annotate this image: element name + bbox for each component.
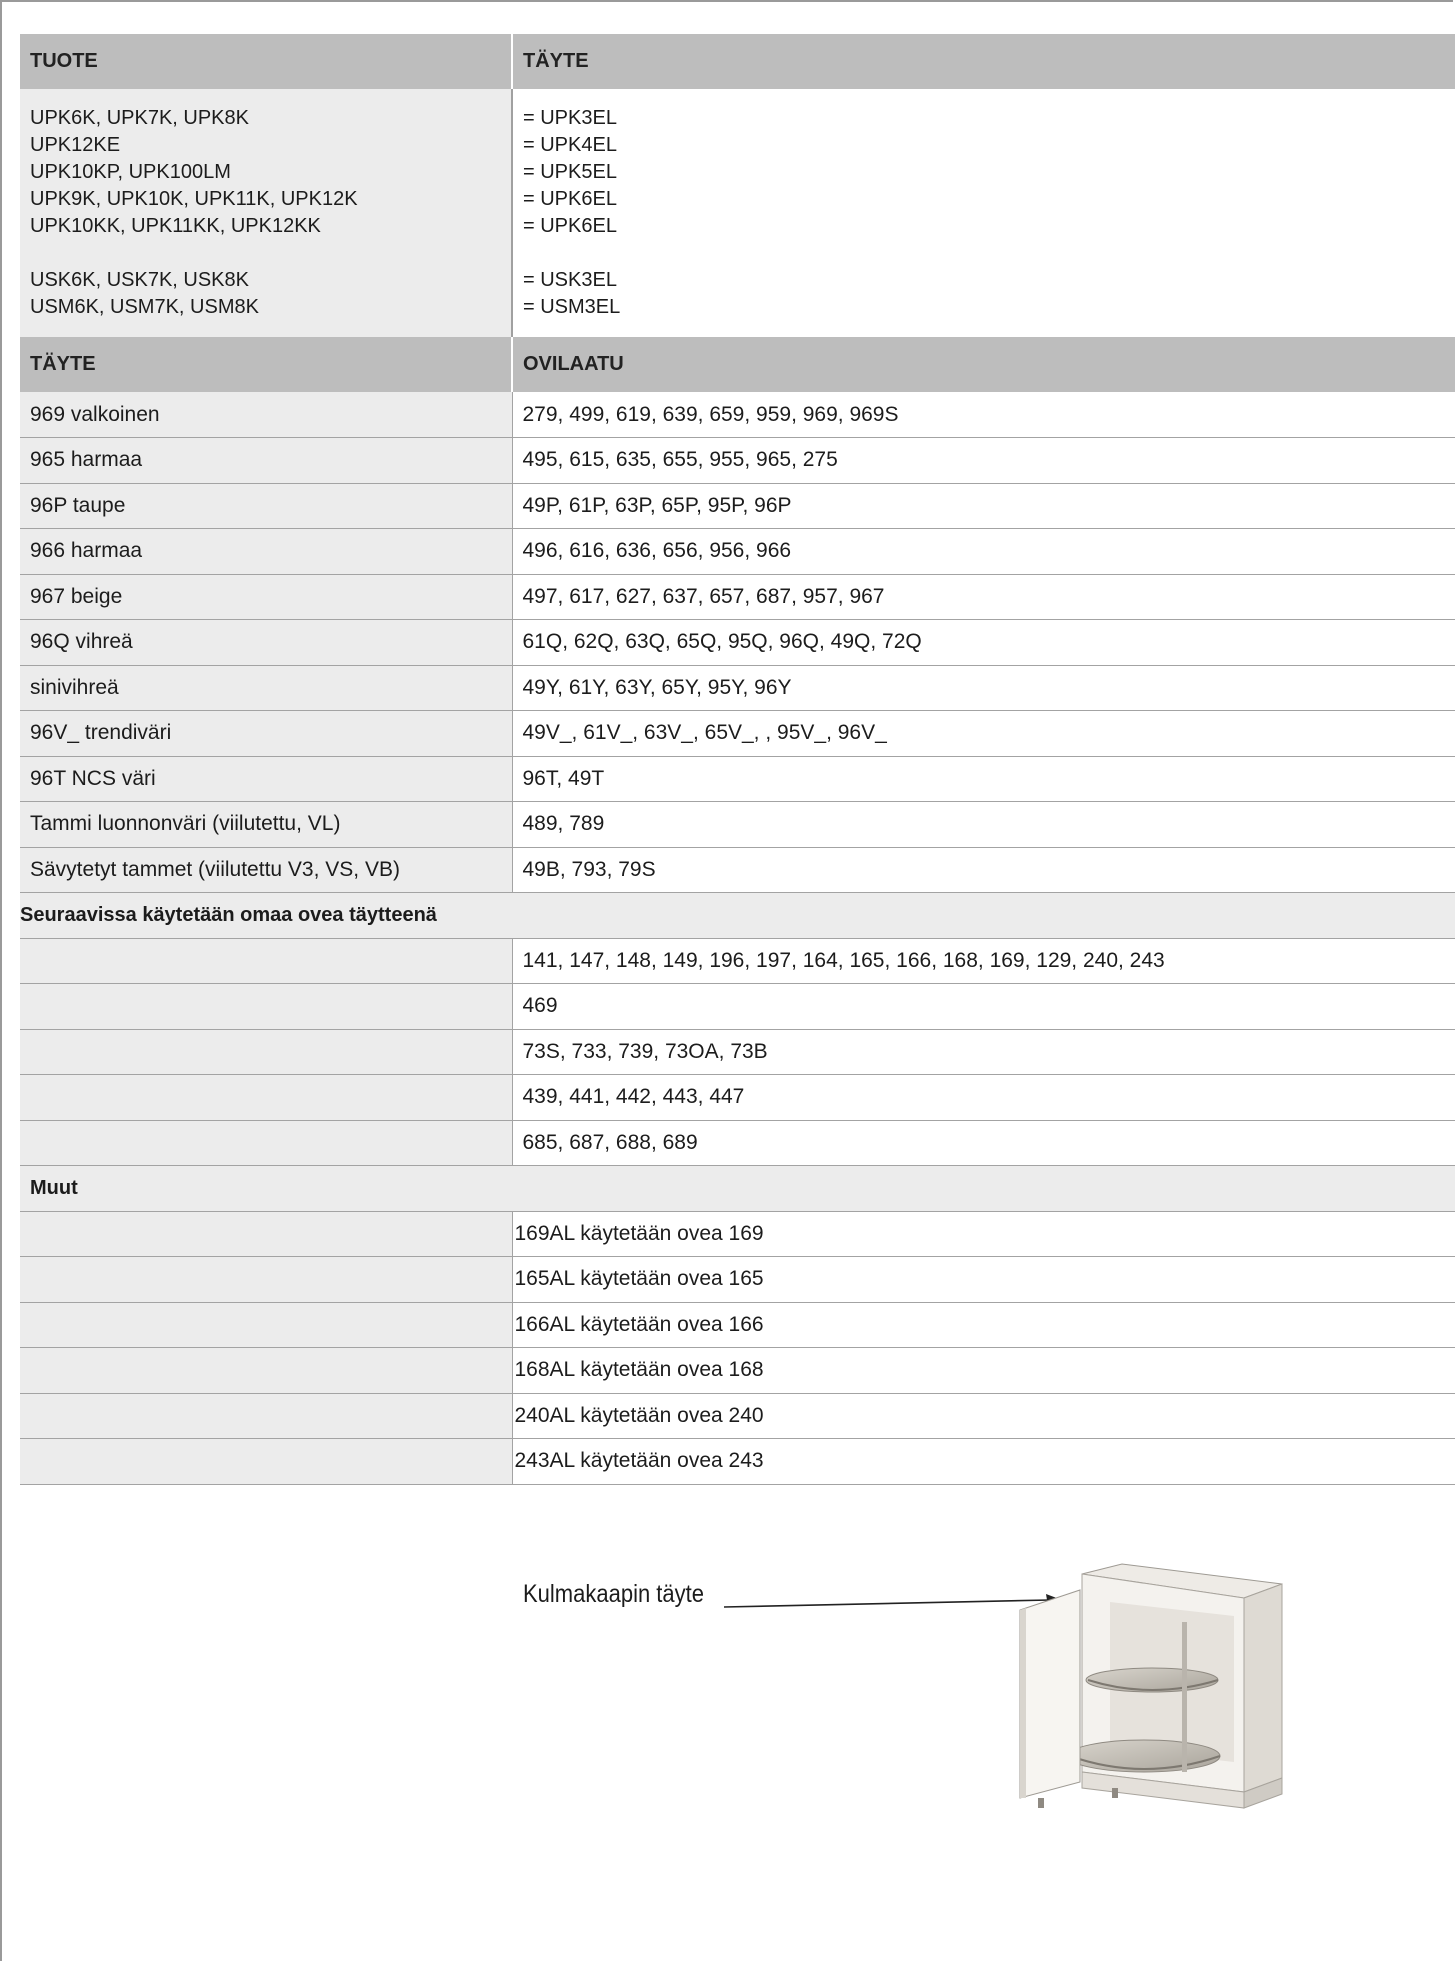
table-row: 96T NCS väri 96T, 49T xyxy=(20,756,1455,802)
door-list-cell: 495, 615, 635, 655, 955, 965, 275 xyxy=(512,437,1455,484)
fill-line: = UPK5EL xyxy=(523,161,617,183)
door-list-cell: 49P, 61P, 63P, 65P, 95P, 96P xyxy=(512,483,1455,529)
table-row: 166AL käytetään ovea 166 xyxy=(20,1302,1455,1348)
table-row: Sävytetyt tammet (viilutettu V3, VS, VB)… xyxy=(20,847,1455,893)
color-header-row: TÄYTE OVILAATU xyxy=(20,337,1455,392)
product-line: UPK12KE xyxy=(30,134,121,156)
alias-cell: 168AL käytetään ovea 168 xyxy=(512,1347,1455,1394)
door-list-cell: 489, 789 xyxy=(512,801,1455,848)
fill-line: = UPK6EL xyxy=(523,215,617,237)
alias-cell: 240AL käytetään ovea 240 xyxy=(512,1393,1455,1439)
product-line: UPK10KP, UPK100LM xyxy=(30,161,231,183)
fill-color-cell: 969 valkoinen xyxy=(20,392,513,438)
fill-line: = UPK6EL xyxy=(523,188,617,210)
table-row: 967 beige 497, 617, 627, 637, 657, 687, … xyxy=(20,574,1455,620)
empty-cell xyxy=(20,1120,513,1166)
other-section-row: Muut xyxy=(20,1165,1455,1212)
fill-color-cell: 96V_ trendiväri xyxy=(20,710,513,757)
table-row: 168AL käytetään ovea 168 xyxy=(20,1347,1455,1394)
fill-line: = USK3EL xyxy=(523,269,617,291)
table-row: 243AL käytetään ovea 243 xyxy=(20,1438,1455,1485)
table-row: 969 valkoinen 279, 499, 619, 639, 659, 9… xyxy=(20,392,1455,438)
fill-table: TUOTE TÄYTE UPK6K, UPK7K, UPK8K UPK12KE … xyxy=(20,34,1455,1485)
fill-line: = UPK4EL xyxy=(523,134,617,156)
empty-cell xyxy=(20,1393,513,1439)
empty-cell xyxy=(20,1074,513,1121)
header-tayte: TÄYTE xyxy=(512,34,1455,89)
own-door-section-row: Seuraavissa käytetään omaa ovea täytteen… xyxy=(20,892,1455,939)
product-line: USK6K, USK7K, USK8K xyxy=(30,269,249,291)
corner-cabinet-label: Kulmakaapin täyte xyxy=(523,1580,705,1608)
table-row: 96V_ trendiväri 49V_, 61V_, 63V_, 65V_, … xyxy=(20,710,1455,757)
product-line: UPK6K, UPK7K, UPK8K xyxy=(30,107,249,129)
product-line: USM6K, USM7K, USM8K xyxy=(30,296,259,318)
table-row: 165AL käytetään ovea 165 xyxy=(20,1256,1455,1303)
own-door-section-title: Seuraavissa käytetään omaa ovea täytteen… xyxy=(20,892,1455,939)
table-row: 965 harmaa 495, 615, 635, 655, 955, 965,… xyxy=(20,437,1455,484)
fill-color-cell: 96Q vihreä xyxy=(20,619,513,666)
fill-list: = UPK3EL = UPK4EL = UPK5EL = UPK6EL = UP… xyxy=(512,89,1455,337)
alias-cell: 169AL käytetään ovea 169 xyxy=(512,1211,1455,1257)
table-row: 96P taupe 49P, 61P, 63P, 65P, 95P, 96P xyxy=(20,483,1455,529)
empty-cell xyxy=(20,1302,513,1348)
door-list-cell: 141, 147, 148, 149, 196, 197, 164, 165, … xyxy=(512,938,1455,984)
table-row: Tammi luonnonväri (viilutettu, VL) 489, … xyxy=(20,801,1455,848)
empty-cell xyxy=(20,1211,513,1257)
empty-cell xyxy=(20,1029,513,1075)
door-list-cell: 685, 687, 688, 689 xyxy=(512,1120,1455,1166)
door-list-cell: 96T, 49T xyxy=(512,756,1455,802)
product-line: UPK9K, UPK10K, UPK11K, UPK12K xyxy=(30,188,358,210)
fill-color-cell: 966 harmaa xyxy=(20,528,513,575)
other-section-title: Muut xyxy=(20,1165,1455,1212)
table-row: 240AL käytetään ovea 240 xyxy=(20,1393,1455,1439)
alias-cell: 166AL käytetään ovea 166 xyxy=(512,1302,1455,1348)
fill-line: = UPK3EL xyxy=(523,107,617,129)
door-list-cell: 49V_, 61V_, 63V_, 65V_, , 95V_, 96V_ xyxy=(512,710,1455,757)
fill-line-spacer xyxy=(523,240,1445,267)
product-line: UPK10KK, UPK11KK, UPK12KK xyxy=(30,215,321,237)
table-row: 469 xyxy=(20,983,1455,1030)
fill-color-cell: 965 harmaa xyxy=(20,437,513,484)
alias-cell: 243AL käytetään ovea 243 xyxy=(512,1438,1455,1485)
door-list-cell: 61Q, 62Q, 63Q, 65Q, 95Q, 96Q, 49Q, 72Q xyxy=(512,619,1455,666)
empty-cell xyxy=(20,1438,513,1485)
empty-cell xyxy=(20,1347,513,1394)
fill-line: = USM3EL xyxy=(523,296,621,318)
door-list-cell: 49B, 793, 79S xyxy=(512,847,1455,893)
door-list-cell: 73S, 733, 739, 73OA, 73B xyxy=(512,1029,1455,1075)
fill-color-cell: 96P taupe xyxy=(20,483,513,529)
alias-cell: 165AL käytetään ovea 165 xyxy=(512,1256,1455,1303)
table-row: sinivihreä 49Y, 61Y, 63Y, 65Y, 95Y, 96Y xyxy=(20,665,1455,711)
table-row: 96Q vihreä 61Q, 62Q, 63Q, 65Q, 95Q, 96Q,… xyxy=(20,619,1455,666)
product-list: UPK6K, UPK7K, UPK8K UPK12KE UPK10KP, UPK… xyxy=(20,89,513,337)
door-list-cell: 497, 617, 627, 637, 657, 687, 957, 967 xyxy=(512,574,1455,620)
product-line-spacer xyxy=(30,240,501,267)
empty-cell xyxy=(20,983,513,1030)
header-tuote: TUOTE xyxy=(20,34,513,89)
fill-color-cell: 96T NCS väri xyxy=(20,756,513,802)
mapping-row: UPK6K, UPK7K, UPK8K UPK12KE UPK10KP, UPK… xyxy=(20,89,1455,337)
door-list-cell: 439, 441, 442, 443, 447 xyxy=(512,1074,1455,1121)
table-row: 141, 147, 148, 149, 196, 197, 164, 165, … xyxy=(20,938,1455,984)
door-list-cell: 469 xyxy=(512,983,1455,1030)
empty-cell xyxy=(20,938,513,984)
table-row: 966 harmaa 496, 616, 636, 656, 956, 966 xyxy=(20,528,1455,575)
table-row: 169AL käytetään ovea 169 xyxy=(20,1211,1455,1257)
table-row: 685, 687, 688, 689 xyxy=(20,1120,1455,1166)
fill-color-cell: Tammi luonnonväri (viilutettu, VL) xyxy=(20,801,513,848)
fill-color-cell: sinivihreä xyxy=(20,665,513,711)
door-list-cell: 279, 499, 619, 639, 659, 959, 969, 969S xyxy=(512,392,1455,438)
table-row: 73S, 733, 739, 73OA, 73B xyxy=(20,1029,1455,1075)
empty-cell xyxy=(20,1256,513,1303)
door-list-cell: 496, 616, 636, 656, 956, 966 xyxy=(512,528,1455,575)
corner-cabinet-illustration xyxy=(1019,1563,1283,1809)
header-ovilaatu: OVILAATU xyxy=(512,337,1455,392)
fill-color-cell: Sävytetyt tammet (viilutettu V3, VS, VB) xyxy=(20,847,513,893)
door-list-cell: 49Y, 61Y, 63Y, 65Y, 95Y, 96Y xyxy=(512,665,1455,711)
header-tayte-color: TÄYTE xyxy=(20,337,513,392)
table-row: 439, 441, 442, 443, 447 xyxy=(20,1074,1455,1121)
fill-color-cell: 967 beige xyxy=(20,574,513,620)
mapping-header-row: TUOTE TÄYTE xyxy=(20,34,1455,89)
